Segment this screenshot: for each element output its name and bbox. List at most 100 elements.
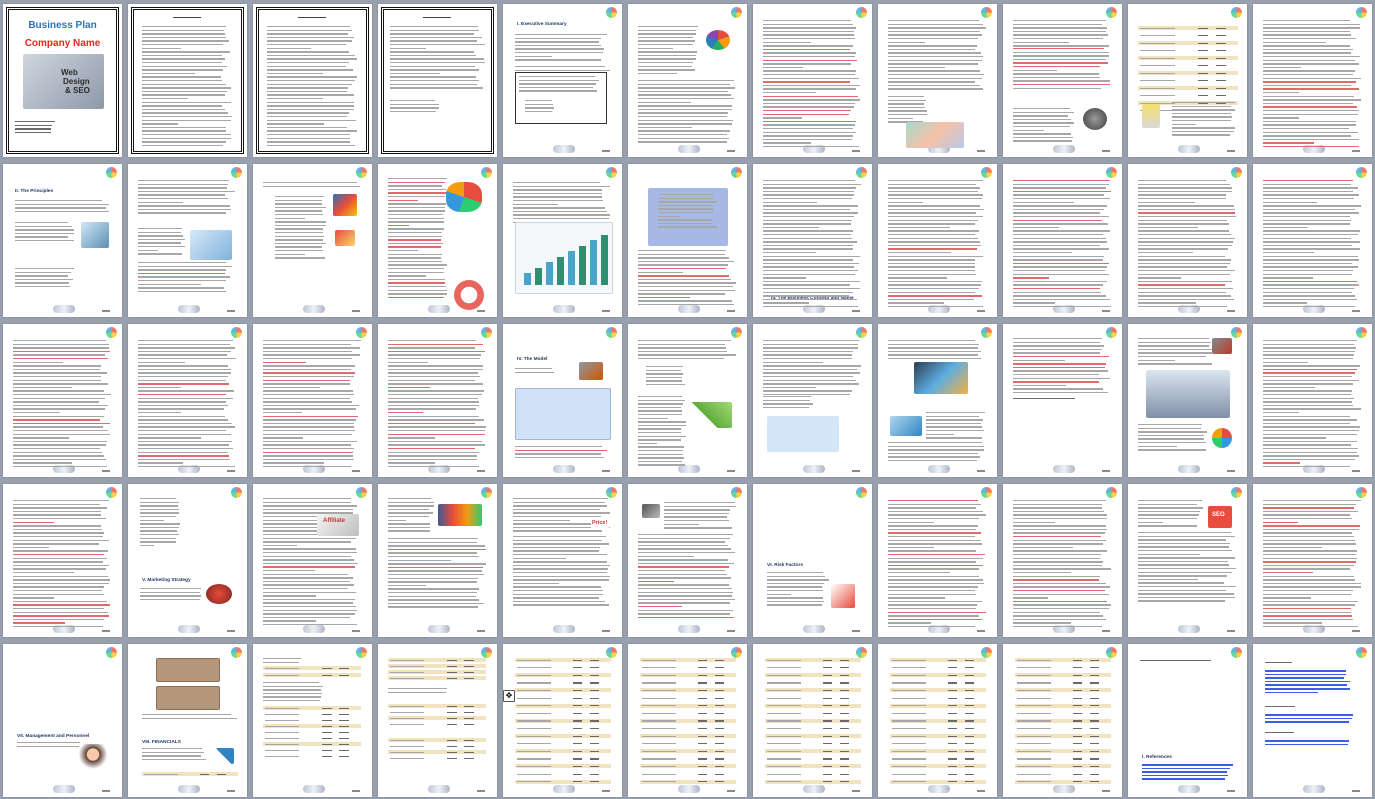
page-thumbnail[interactable]: IV. The Model bbox=[503, 324, 622, 477]
page-thumbnail[interactable]: III. The Business Concept and Name bbox=[753, 164, 872, 317]
page-thumbnail[interactable] bbox=[753, 4, 872, 157]
text-line bbox=[888, 543, 982, 545]
text-line bbox=[1013, 593, 1109, 595]
move-handle-icon[interactable]: ✥ bbox=[503, 690, 515, 702]
table-cell-value bbox=[822, 727, 833, 730]
page-thumbnail[interactable] bbox=[3, 484, 122, 637]
team-image bbox=[706, 30, 730, 50]
page-thumbnail[interactable] bbox=[878, 164, 997, 317]
page-thumbnail[interactable]: SEO bbox=[1128, 484, 1247, 637]
page-thumbnail[interactable] bbox=[1003, 4, 1122, 157]
text-line bbox=[1013, 126, 1071, 128]
page-thumbnail[interactable]: V. Marketing Strategy bbox=[128, 484, 247, 637]
page-thumbnail[interactable] bbox=[878, 484, 997, 637]
text-line bbox=[638, 552, 736, 554]
corner-logo-icon bbox=[731, 167, 742, 178]
page-thumbnail[interactable] bbox=[1253, 324, 1372, 477]
text-line bbox=[763, 63, 852, 65]
text-line bbox=[1263, 131, 1359, 133]
page-thumbnail[interactable] bbox=[628, 644, 747, 797]
text-line bbox=[388, 415, 480, 417]
page-thumbnail[interactable] bbox=[1253, 164, 1372, 317]
text-line bbox=[888, 266, 976, 268]
page-thumbnail[interactable] bbox=[1128, 324, 1247, 477]
text-line bbox=[13, 500, 110, 502]
page-thumbnail[interactable] bbox=[503, 644, 622, 797]
text-line bbox=[1263, 70, 1356, 72]
page-thumbnail[interactable] bbox=[1128, 4, 1247, 157]
text-line bbox=[13, 550, 109, 552]
page-thumbnail[interactable] bbox=[253, 644, 372, 797]
text-line bbox=[1263, 180, 1354, 182]
text-line bbox=[138, 394, 227, 396]
page-thumbnail[interactable] bbox=[378, 4, 497, 157]
page-thumbnail[interactable]: II. The Principles bbox=[3, 164, 122, 317]
table-cell-value bbox=[464, 717, 475, 719]
page-thumbnail[interactable] bbox=[253, 4, 372, 157]
page-thumbnail[interactable] bbox=[1253, 484, 1372, 637]
page-thumbnail[interactable]: I. Executive Summary bbox=[503, 4, 622, 157]
page-thumbnail[interactable] bbox=[1253, 4, 1372, 157]
text-line bbox=[390, 54, 476, 57]
page-thumbnail[interactable] bbox=[753, 324, 872, 477]
table-cell-value bbox=[572, 712, 583, 715]
page-thumbnail[interactable] bbox=[378, 484, 497, 637]
page-thumbnail[interactable] bbox=[1128, 164, 1247, 317]
page-thumbnail[interactable] bbox=[878, 324, 997, 477]
page-thumbnail[interactable] bbox=[128, 4, 247, 157]
page-thumbnail[interactable] bbox=[253, 324, 372, 477]
text-line bbox=[1142, 764, 1233, 766]
page-thumbnail[interactable]: Business Plan Company Name Web Design & SEO bbox=[3, 4, 122, 157]
page-thumbnail[interactable]: VII. Management and Personnel bbox=[3, 644, 122, 797]
table-cell-value bbox=[1072, 750, 1083, 753]
text-line bbox=[763, 120, 857, 123]
table-cell-value bbox=[714, 697, 725, 699]
page-thumbnail[interactable] bbox=[128, 164, 247, 317]
text-line bbox=[1263, 291, 1352, 293]
page-thumbnail[interactable] bbox=[378, 324, 497, 477]
page-thumbnail[interactable]: VI. Risk Factors bbox=[753, 484, 872, 637]
page-thumbnail[interactable] bbox=[1003, 164, 1122, 317]
page-thumbnail[interactable] bbox=[628, 164, 747, 317]
table-cell-value bbox=[446, 671, 457, 673]
page-thumbnail[interactable] bbox=[1003, 484, 1122, 637]
table-cell-value bbox=[1089, 750, 1100, 753]
text-line bbox=[388, 559, 452, 561]
page-thumbnail[interactable] bbox=[1253, 644, 1372, 797]
text-line bbox=[525, 107, 554, 109]
page-thumbnail[interactable] bbox=[628, 324, 747, 477]
page-thumbnail[interactable] bbox=[878, 644, 997, 797]
page-thumbnail[interactable] bbox=[1003, 644, 1122, 797]
page-thumbnail[interactable] bbox=[503, 164, 622, 317]
page-thumbnail[interactable] bbox=[253, 164, 372, 317]
page-thumbnail[interactable] bbox=[753, 644, 872, 797]
text-line bbox=[388, 221, 444, 223]
table-cell-value bbox=[964, 781, 975, 783]
page-thumbnail[interactable] bbox=[3, 324, 122, 477]
table-cell-value bbox=[839, 773, 850, 775]
text-line bbox=[15, 200, 103, 202]
page-thumbnail[interactable] bbox=[378, 164, 497, 317]
page-thumbnail[interactable] bbox=[1003, 324, 1122, 477]
table-cell-value bbox=[1072, 697, 1083, 699]
footer-scroll-icon bbox=[677, 785, 700, 793]
toc-heading bbox=[423, 17, 451, 19]
page-thumbnail[interactable]: Affiliate bbox=[253, 484, 372, 637]
text-line bbox=[1263, 135, 1351, 137]
text-line bbox=[763, 403, 813, 405]
text-line bbox=[1263, 302, 1307, 304]
page-thumbnail[interactable] bbox=[128, 324, 247, 477]
text-line bbox=[513, 185, 611, 187]
text-line bbox=[388, 394, 482, 396]
page-thumbnail[interactable]: I. References bbox=[1128, 644, 1247, 797]
page-thumbnail[interactable] bbox=[878, 4, 997, 157]
text-line bbox=[388, 526, 430, 529]
text-line bbox=[1138, 507, 1204, 509]
page-thumbnail[interactable] bbox=[628, 484, 747, 637]
page-thumbnail[interactable]: VIII. FINANCIALS bbox=[128, 644, 247, 797]
page-thumbnail[interactable] bbox=[378, 644, 497, 797]
table-cell bbox=[642, 735, 676, 737]
text-line bbox=[15, 232, 74, 235]
page-thumbnail[interactable]: Price! bbox=[503, 484, 622, 637]
page-thumbnail[interactable] bbox=[628, 4, 747, 157]
